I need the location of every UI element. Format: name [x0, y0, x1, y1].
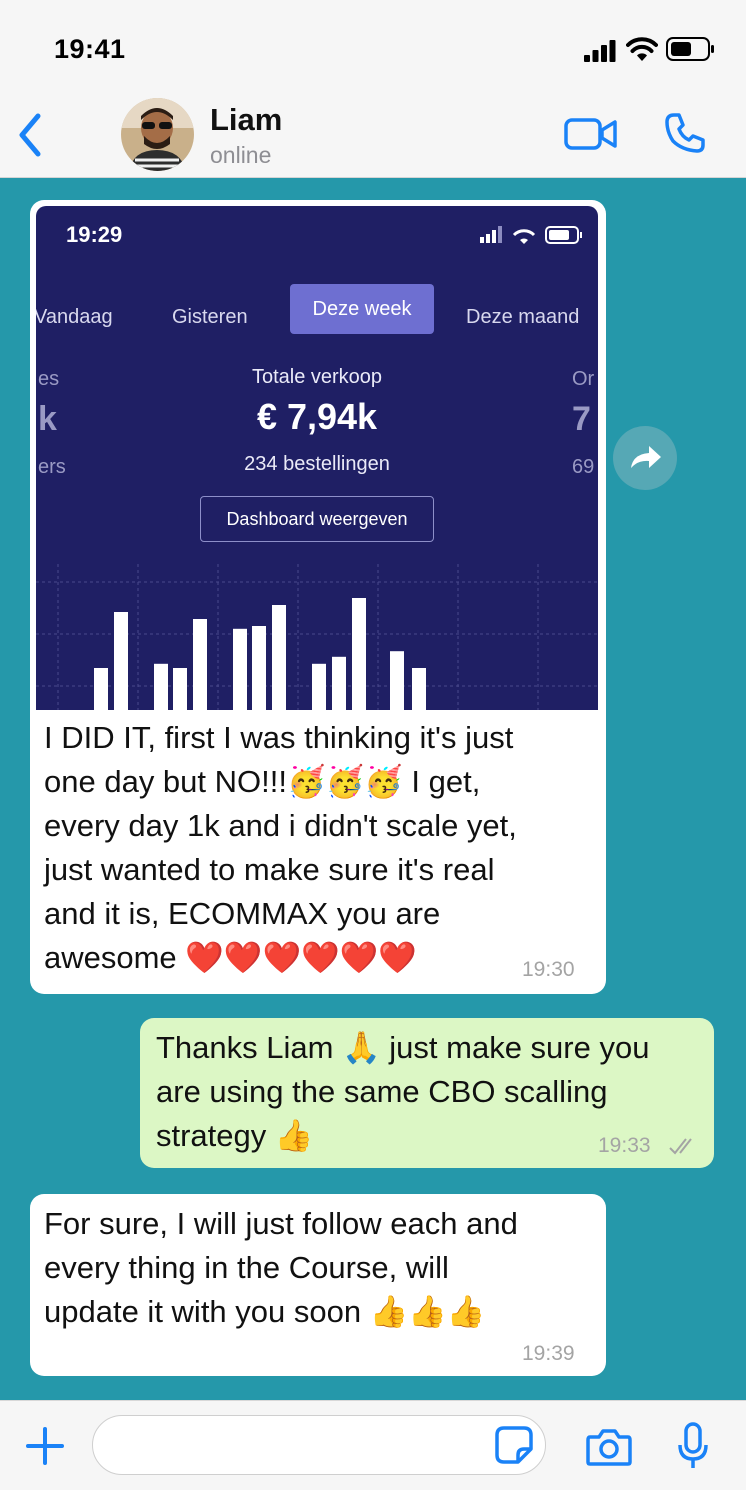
message-bubble-incoming[interactable]: 19:29 Vandaag Gisteren Deze week Deze ma… — [30, 200, 606, 994]
message-time: 19:39 — [522, 1342, 575, 1365]
chart-bar — [233, 628, 247, 710]
dashboard-screenshot-image[interactable]: 19:29 Vandaag Gisteren Deze week Deze ma… — [36, 206, 598, 710]
forward-button[interactable] — [613, 426, 677, 490]
message-line: awesome ❤️❤️❤️❤️❤️❤️ — [44, 940, 417, 975]
chart-bar — [332, 656, 346, 710]
share-arrow-icon — [631, 446, 661, 468]
message-composer — [0, 1400, 746, 1490]
chat-area[interactable]: 19:29 Vandaag Gisteren Deze week Deze ma… — [0, 178, 746, 1400]
message-line: For sure, I will just follow each and — [44, 1206, 518, 1241]
message-bubble-outgoing[interactable]: Thanks Liam 🙏 just make sure you are usi… — [140, 1018, 714, 1168]
chart-bar — [114, 612, 128, 710]
tab-gisteren: Gisteren — [172, 306, 248, 328]
contact-status: online — [210, 142, 272, 168]
camera-icon[interactable] — [586, 1427, 632, 1467]
message-line: every thing in the Course, will — [44, 1250, 449, 1285]
chart-bar — [193, 619, 207, 710]
status-time: 19:41 — [54, 34, 126, 64]
message-line: I DID IT, first I was thinking it's just — [44, 720, 514, 755]
message-text: For sure, I will just follow each and ev… — [44, 1202, 598, 1334]
metric-label: Totale verkoop — [251, 366, 383, 388]
message-time: 19:33 — [598, 1134, 651, 1157]
chart-bar — [252, 626, 266, 710]
message-line: are using the same CBO scalling — [156, 1074, 608, 1109]
chart-bar — [352, 598, 366, 710]
chart-bar — [272, 605, 286, 710]
message-bubble-incoming[interactable]: For sure, I will just follow each and ev… — [30, 1194, 606, 1376]
message-line: every day 1k and i didn't scale yet, — [44, 808, 517, 843]
microphone-icon[interactable] — [676, 1421, 710, 1471]
read-receipt-icon — [669, 1138, 692, 1155]
screenshot-status-icons — [480, 226, 582, 244]
tab-vandaag: Vandaag — [36, 306, 113, 328]
chart-bar — [412, 668, 426, 710]
chart-bar — [94, 668, 108, 710]
signal-icon — [584, 40, 616, 62]
battery-icon — [666, 37, 714, 61]
message-line: one day but NO!!!🥳🥳🥳 I get, — [44, 764, 481, 799]
dashboard-button: Dashboard weergeven — [200, 496, 434, 542]
status-bar: 19:41 — [0, 0, 746, 92]
message-line: just wanted to make sure it's real — [44, 852, 495, 887]
screenshot-time: 19:29 — [66, 222, 123, 247]
message-line: and it is, ECOMMAX you are — [44, 896, 441, 931]
wifi-icon — [626, 37, 658, 61]
chat-header: Liam online — [0, 92, 746, 178]
avatar[interactable] — [121, 98, 194, 171]
chart-bar — [154, 663, 168, 710]
sticker-icon[interactable] — [494, 1425, 534, 1465]
chart-bar — [390, 651, 404, 710]
message-line: update it with you soon 👍👍👍 — [44, 1294, 486, 1329]
back-chevron-icon[interactable] — [14, 110, 46, 160]
chart-bar — [173, 668, 187, 710]
message-input[interactable] — [92, 1415, 546, 1475]
message-line: Thanks Liam 🙏 just make sure you — [156, 1030, 650, 1065]
metric-value: € 7,94k — [256, 396, 378, 437]
message-time: 19:30 — [522, 958, 575, 981]
message-text: I DID IT, first I was thinking it's just… — [44, 716, 598, 980]
plus-icon[interactable] — [24, 1425, 66, 1467]
video-call-icon[interactable] — [564, 116, 618, 152]
sales-bar-chart — [36, 564, 598, 710]
tab-deze-maand: Deze maand — [466, 306, 580, 328]
chart-bar — [312, 663, 326, 710]
contact-name[interactable]: Liam — [210, 102, 282, 138]
tab-deze-week: Deze week — [290, 284, 434, 334]
metric-orders: 234 bestellingen — [244, 453, 390, 475]
phone-icon[interactable] — [664, 112, 706, 154]
